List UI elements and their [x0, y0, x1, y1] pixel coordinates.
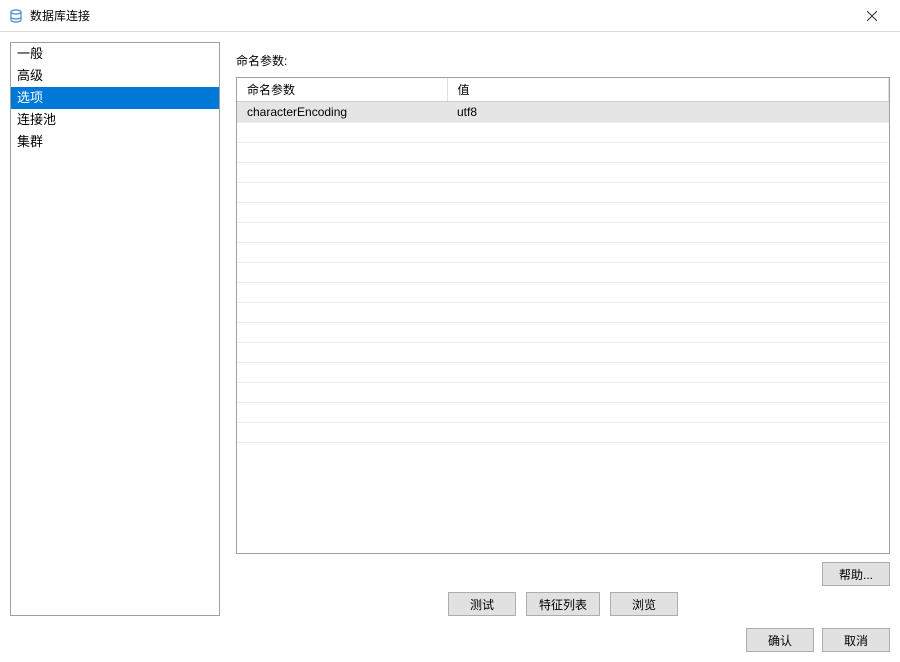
table-row-empty[interactable] — [237, 323, 889, 343]
center-buttons: 测试 特征列表 浏览 — [236, 592, 890, 616]
table-row-empty[interactable] — [237, 243, 889, 263]
table-row-empty[interactable] — [237, 403, 889, 423]
sidebar-item-pool[interactable]: 连接池 — [11, 109, 219, 131]
table-row-empty[interactable] — [237, 303, 889, 323]
browse-button[interactable]: 浏览 — [610, 592, 678, 616]
table-row-empty[interactable] — [237, 143, 889, 163]
table-row-empty[interactable] — [237, 203, 889, 223]
sidebar-item-advanced[interactable]: 高级 — [11, 65, 219, 87]
window-title: 数据库连接 — [30, 7, 90, 24]
help-row: 帮助... — [236, 562, 890, 586]
table-row-empty[interactable] — [237, 423, 889, 443]
titlebar: 数据库连接 — [0, 0, 900, 32]
table-row-empty[interactable] — [237, 163, 889, 183]
table-row-empty[interactable] — [237, 223, 889, 243]
sidebar-item-general[interactable]: 一般 — [11, 43, 219, 65]
params-table[interactable]: 命名参数 值 characterEncoding utf8 — [237, 78, 889, 443]
test-button[interactable]: 测试 — [448, 592, 516, 616]
cancel-button[interactable]: 取消 — [822, 628, 890, 652]
col-header-value[interactable]: 值 — [447, 78, 889, 102]
table-row-empty[interactable] — [237, 183, 889, 203]
cell-param-name[interactable]: characterEncoding — [237, 102, 447, 123]
help-button[interactable]: 帮助... — [822, 562, 890, 586]
table-row-empty[interactable] — [237, 363, 889, 383]
section-label: 命名参数: — [236, 52, 890, 69]
table-row-empty[interactable] — [237, 383, 889, 403]
close-button[interactable] — [852, 0, 892, 31]
col-header-name[interactable]: 命名参数 — [237, 78, 447, 102]
table-row-empty[interactable] — [237, 123, 889, 143]
cell-param-value[interactable]: utf8 — [447, 102, 889, 123]
feature-list-button[interactable]: 特征列表 — [526, 592, 600, 616]
table-row-empty[interactable] — [237, 343, 889, 363]
database-icon — [8, 8, 24, 24]
sidebar: 一般 高级 选项 连接池 集群 — [10, 42, 220, 616]
table-row[interactable]: characterEncoding utf8 — [237, 102, 889, 123]
ok-button[interactable]: 确认 — [746, 628, 814, 652]
dialog-buttons: 确认 取消 — [746, 628, 890, 652]
params-table-wrap: 命名参数 值 characterEncoding utf8 — [236, 77, 890, 554]
content-area: 一般 高级 选项 连接池 集群 命名参数: 命名参数 值 characterEn… — [0, 32, 900, 616]
sidebar-item-cluster[interactable]: 集群 — [11, 131, 219, 153]
table-row-empty[interactable] — [237, 263, 889, 283]
main-panel: 命名参数: 命名参数 值 characterEncoding utf8 — [220, 42, 890, 616]
sidebar-item-options[interactable]: 选项 — [11, 87, 219, 109]
table-row-empty[interactable] — [237, 283, 889, 303]
